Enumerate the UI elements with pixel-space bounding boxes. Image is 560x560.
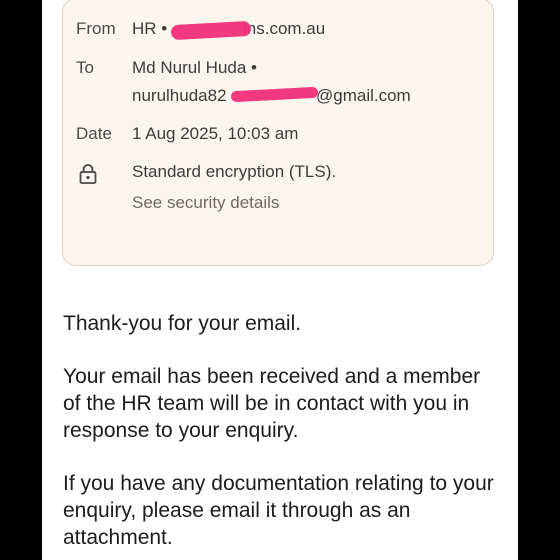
to-recipient-name: Md Nurul Huda • — [132, 58, 258, 77]
from-label: From — [76, 19, 116, 38]
message-details-card: From HR • ins.com.au To Md Nurul Huda • … — [62, 0, 494, 266]
see-security-details-link[interactable]: See security details — [132, 193, 279, 213]
body-paragraph-documentation: If you have any documentation relating t… — [63, 472, 494, 549]
date-label: Date — [76, 124, 112, 143]
to-recipient-email-prefix: nurulhuda82 — [132, 86, 227, 105]
to-recipient-email-domain: @gmail.com — [316, 86, 411, 105]
message-body: Thank-you for your email. Your email has… — [63, 310, 503, 560]
from-sender-domain: ins.com.au — [243, 19, 326, 38]
date-value: 1 Aug 2025, 10:03 am — [132, 124, 299, 143]
body-paragraph-received: Your email has been received and a membe… — [63, 365, 481, 442]
redaction-mark-sender — [170, 20, 252, 41]
lock-icon — [79, 164, 97, 184]
encryption-status: Standard encryption (TLS). — [132, 162, 337, 181]
from-sender-name: HR • — [132, 19, 168, 38]
email-screen: From HR • ins.com.au To Md Nurul Huda • … — [42, 0, 518, 560]
body-paragraph-greeting: Thank-you for your email. — [63, 312, 302, 335]
redaction-mark-recipient — [230, 86, 319, 103]
to-label: To — [76, 58, 94, 77]
